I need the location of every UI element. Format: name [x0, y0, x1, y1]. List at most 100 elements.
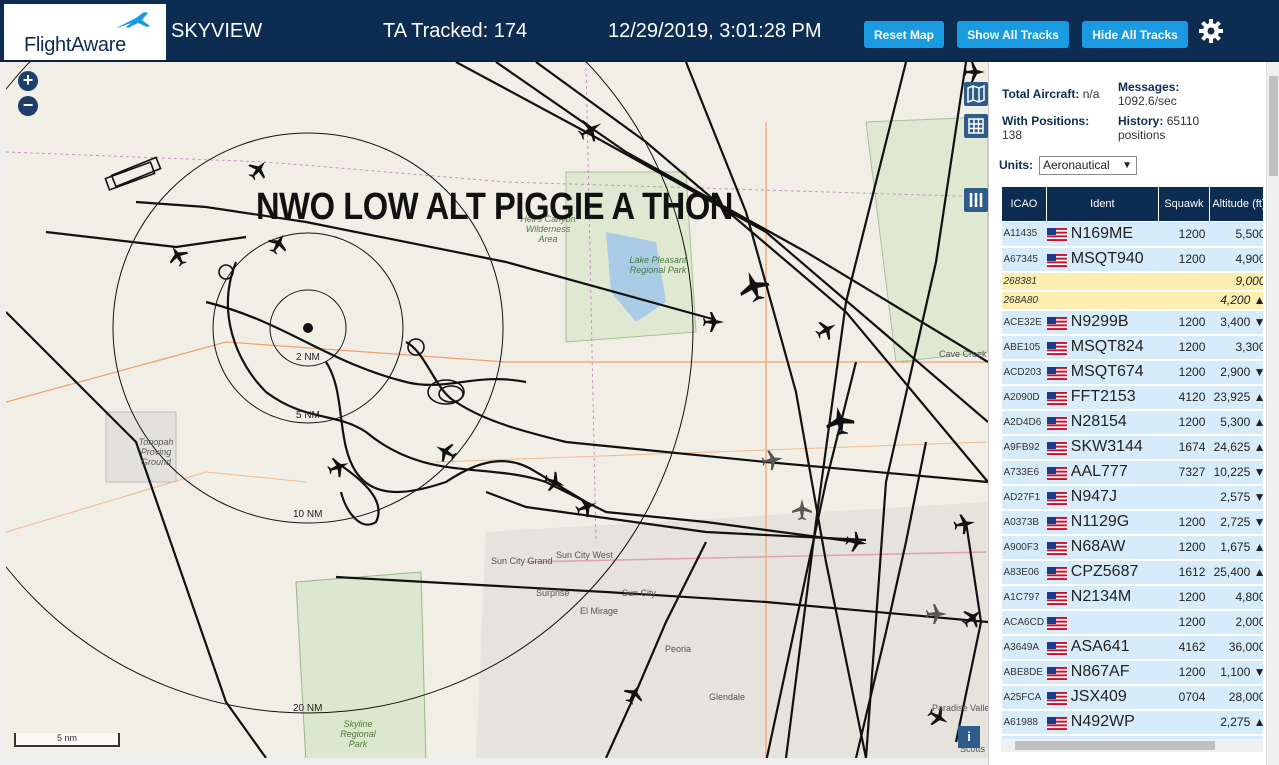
table-row[interactable]: ACD203 MSQT674 1200 2,900 ▼: [1001, 359, 1263, 386]
table-row[interactable]: A67345 MSQT940 1200 4,900: [1001, 246, 1263, 273]
map-layers-icon[interactable]: [964, 82, 988, 106]
history-unit: positions: [1118, 128, 1166, 142]
cell-squawk: [1158, 484, 1210, 511]
cell-ident: MSQT674: [1070, 359, 1159, 386]
table-horizontal-scrollbar[interactable]: [1001, 739, 1263, 752]
us-flag-icon: [1047, 566, 1068, 580]
units-dropdown[interactable]: Aeronautical ▼: [1039, 156, 1137, 175]
units-label: Units:: [999, 158, 1033, 172]
table-row[interactable]: A733E6 AAL777 7327 10,225 ▼: [1001, 459, 1263, 486]
cell-ident: MSQT824: [1070, 334, 1159, 361]
table-row[interactable]: ACE32E N9299B 1200 3,400 ▼: [1001, 309, 1263, 336]
cell-altitude: 5,500: [1209, 221, 1263, 248]
column-header-squawk[interactable]: Squawk: [1157, 186, 1210, 222]
table-row[interactable]: A2090D FFT2153 4120 23,925 ▲: [1001, 384, 1263, 411]
cell-flag: [1046, 534, 1071, 561]
cell-ident: [1070, 290, 1159, 311]
cell-squawk: 1612: [1158, 559, 1210, 586]
cell-icao: ACE32E: [1001, 309, 1047, 336]
info-button[interactable]: i: [958, 726, 980, 748]
table-row[interactable]: ABE105 MSQT824 1200 3,300: [1001, 334, 1263, 361]
header-bar: FlightAware SKYVIEW TA Tracked: 174 12/2…: [0, 0, 1279, 62]
logo-text: FlightAware: [24, 34, 126, 56]
table-row[interactable]: 268A80 4,200 ▲: [1001, 290, 1263, 311]
total-aircraft-label: Total Aircraft:: [1002, 87, 1080, 101]
us-flag-icon: [1047, 541, 1068, 555]
table-row[interactable]: A1C797 N2134M 1200 4,800: [1001, 584, 1263, 611]
us-flag-icon: [1047, 228, 1068, 242]
cell-altitude: 2,575 ▼: [1209, 484, 1263, 511]
us-flag-icon: [1047, 341, 1068, 355]
us-flag-icon: [1047, 666, 1068, 680]
aircraft-table-container[interactable]: ICAO Ident Squawk Altitude (ft) A11435 N1…: [1001, 186, 1263, 741]
column-header-altitude[interactable]: Altitude (ft): [1208, 186, 1263, 222]
cell-squawk: [1158, 709, 1210, 736]
table-row[interactable]: A3649A ASA641 4162 36,000: [1001, 634, 1263, 661]
reset-map-button[interactable]: Reset Map: [864, 21, 944, 48]
cell-ident: [1070, 271, 1159, 292]
cell-altitude: 4,200 ▲: [1209, 290, 1263, 311]
cell-altitude: 23,925 ▲: [1209, 384, 1263, 411]
cell-ident: JSX409: [1070, 684, 1159, 711]
cell-icao: ACD203: [1001, 359, 1047, 386]
zoom-in-button[interactable]: +: [18, 71, 38, 91]
cell-icao: 268A80: [1001, 290, 1047, 311]
grid-icon[interactable]: [964, 114, 988, 138]
history-stat: History: 65110 positions: [1118, 114, 1238, 142]
columns-toggle-icon[interactable]: [964, 188, 988, 212]
us-flag-icon: [1047, 253, 1068, 267]
flightaware-logo[interactable]: FlightAware: [4, 4, 166, 60]
cell-icao: A9FB92: [1001, 434, 1047, 461]
scrollbar-thumb[interactable]: [1015, 741, 1215, 750]
table-row[interactable]: ACA6CD 1200 2,000: [1001, 609, 1263, 636]
cell-ident: N68AW: [1070, 534, 1159, 561]
cell-icao: ABE105: [1001, 334, 1047, 361]
cell-flag: [1046, 271, 1071, 292]
gear-icon[interactable]: [1198, 18, 1224, 44]
cell-icao: A900F3: [1001, 534, 1047, 561]
range-ring-label: 20 NM: [293, 703, 323, 714]
table-row[interactable]: 268381 9,000: [1001, 271, 1263, 292]
table-row[interactable]: A25FCA JSX409 0704 28,000: [1001, 684, 1263, 711]
place-label: Sun City: [622, 588, 657, 598]
cell-ident: AAL777: [1070, 459, 1159, 486]
place-label: Lake Pleasant Regional Park: [629, 255, 687, 275]
messages-label: Messages:: [1118, 80, 1180, 94]
cell-flag: [1046, 409, 1071, 436]
cell-altitude: 1,675 ▲: [1209, 534, 1263, 561]
table-row[interactable]: A2D4D6 N28154 1200 5,300 ▲: [1001, 409, 1263, 436]
place-label: Peoria: [665, 644, 692, 654]
scrollbar-thumb[interactable]: [1269, 76, 1278, 176]
with-positions-stat: With Positions: 138: [1002, 114, 1112, 142]
place-label: Skyline Regional Park: [340, 719, 376, 749]
show-all-tracks-button[interactable]: Show All Tracks: [957, 21, 1069, 48]
place-label: Tonopah Proving Ground: [138, 437, 174, 467]
cell-squawk: [1158, 290, 1210, 311]
sidebar-vertical-scrollbar[interactable]: [1266, 62, 1279, 765]
cell-icao: AD27F1: [1001, 484, 1047, 511]
table-row[interactable]: A900F3 N68AW 1200 1,675 ▲: [1001, 534, 1263, 561]
cell-icao: A67345: [1001, 246, 1047, 273]
cell-altitude: 4,900: [1209, 246, 1263, 273]
table-row[interactable]: AD27F1 N947J 2,575 ▼: [1001, 484, 1263, 511]
hide-all-tracks-button[interactable]: Hide All Tracks: [1082, 21, 1188, 48]
column-header-icao[interactable]: ICAO: [1001, 186, 1047, 222]
table-row[interactable]: ABE8DE N867AF 1200 1,100 ▼: [1001, 659, 1263, 686]
table-row[interactable]: A83E06 CPZ5687 1612 25,400 ▲: [1001, 559, 1263, 586]
cell-flag: [1046, 221, 1071, 248]
cell-squawk: 4120: [1158, 384, 1210, 411]
plane-logo-icon: [116, 12, 150, 28]
column-header-ident[interactable]: Ident: [1045, 186, 1159, 222]
cell-flag: [1046, 309, 1071, 336]
zoom-out-button[interactable]: −: [18, 96, 38, 116]
us-flag-icon: [1047, 441, 1068, 455]
table-row[interactable]: A61988 N492WP 2,275 ▲: [1001, 709, 1263, 736]
cell-altitude: 24,625 ▲: [1209, 434, 1263, 461]
range-ring-label: 10 NM: [293, 509, 323, 520]
map-view[interactable]: Sun City Grand Sun City West Sun City Su…: [6, 62, 988, 758]
table-row[interactable]: A9FB92 SKW3144 1674 24,625 ▲: [1001, 434, 1263, 461]
aircraft-table: ICAO Ident Squawk Altitude (ft) A11435 N1…: [1001, 186, 1263, 741]
table-row[interactable]: A0373B N1129G 1200 2,725 ▼: [1001, 509, 1263, 536]
us-flag-icon: [1047, 491, 1068, 505]
table-row[interactable]: A11435 N169ME 1200 5,500: [1001, 221, 1263, 248]
